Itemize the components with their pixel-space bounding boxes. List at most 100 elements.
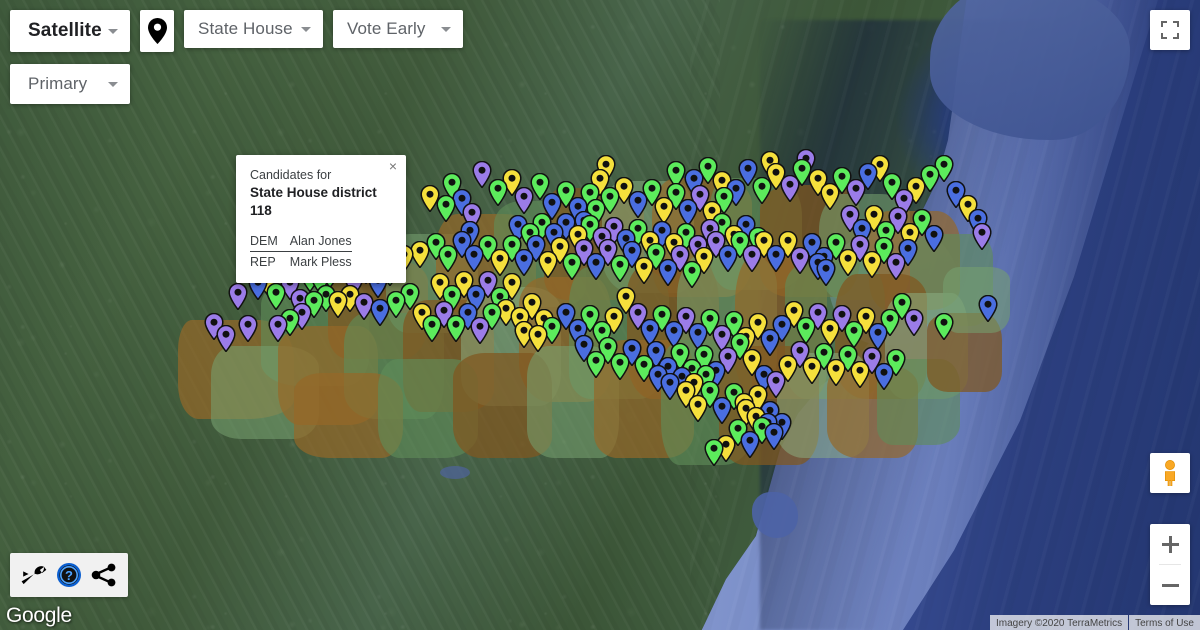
candidate-marker-yellow[interactable] bbox=[803, 357, 822, 384]
candidate-marker-green[interactable] bbox=[935, 313, 954, 340]
party-label-rep: REP bbox=[250, 252, 290, 272]
candidate-marker-purple[interactable] bbox=[767, 371, 786, 398]
candidate-marker-blue[interactable] bbox=[679, 199, 698, 226]
candidate-marker-yellow[interactable] bbox=[839, 249, 858, 276]
fullscreen-button[interactable] bbox=[1150, 10, 1190, 50]
info-window-kicker: Candidates for bbox=[250, 167, 392, 183]
map-application: × Candidates for State House district 11… bbox=[0, 0, 1200, 630]
candidate-marker-purple[interactable] bbox=[239, 315, 258, 342]
candidate-marker-blue[interactable] bbox=[741, 431, 760, 458]
close-icon[interactable]: × bbox=[385, 158, 401, 174]
map-canvas[interactable] bbox=[0, 0, 1200, 630]
candidate-marker-purple[interactable] bbox=[905, 309, 924, 336]
candidate-marker-green[interactable] bbox=[683, 261, 702, 288]
map-type-dropdown[interactable]: Satellite bbox=[10, 10, 130, 52]
candidate-marker-yellow[interactable] bbox=[539, 251, 558, 278]
candidate-marker-blue[interactable] bbox=[979, 295, 998, 322]
candidate-marker-blue[interactable] bbox=[875, 363, 894, 390]
candidate-marker-purple[interactable] bbox=[973, 223, 992, 250]
candidate-marker-blue[interactable] bbox=[817, 259, 836, 286]
candidate-marker-layer bbox=[0, 0, 1200, 630]
candidate-marker-yellow[interactable] bbox=[329, 291, 348, 318]
candidate-marker-yellow[interactable] bbox=[851, 361, 870, 388]
zoom-in-button[interactable] bbox=[1150, 524, 1190, 564]
candidate-marker-purple[interactable] bbox=[887, 253, 906, 280]
candidate-marker-green[interactable] bbox=[447, 315, 466, 342]
candidate-marker-blue[interactable] bbox=[765, 423, 784, 450]
chevron-down-icon bbox=[301, 27, 311, 32]
candidate-marker-blue[interactable] bbox=[767, 245, 786, 272]
candidate-marker-yellow[interactable] bbox=[863, 251, 882, 278]
office-dropdown[interactable]: State House bbox=[184, 10, 323, 48]
map-attribution: Imagery ©2020 TerraMetrics Terms of Use bbox=[990, 615, 1200, 630]
candidate-marker-green[interactable] bbox=[563, 253, 582, 280]
party-label-dem: DEM bbox=[250, 232, 290, 252]
candidate-marker-yellow[interactable] bbox=[827, 359, 846, 386]
candidate-marker-blue[interactable] bbox=[515, 249, 534, 276]
office-label: State House bbox=[198, 19, 293, 39]
bottom-toolbar: ? bbox=[10, 553, 128, 597]
share-icon[interactable] bbox=[91, 563, 117, 587]
candidate-marker-yellow[interactable] bbox=[655, 197, 674, 224]
candidate-marker-blue[interactable] bbox=[587, 253, 606, 280]
terms-of-use-link[interactable]: Terms of Use bbox=[1129, 615, 1200, 630]
chevron-down-icon bbox=[108, 82, 118, 87]
candidate-marker-blue[interactable] bbox=[869, 323, 888, 350]
candidate-name-rep: Mark Pless bbox=[290, 252, 352, 272]
candidate-marker-blue[interactable] bbox=[371, 299, 390, 326]
map-pin-icon bbox=[148, 18, 167, 44]
candidate-marker-blue[interactable] bbox=[925, 225, 944, 252]
candidate-marker-green[interactable] bbox=[587, 351, 606, 378]
candidate-marker-blue[interactable] bbox=[719, 245, 738, 272]
map-type-label: Satellite bbox=[28, 20, 102, 42]
help-icon[interactable]: ? bbox=[56, 562, 82, 588]
candidate-table: DEM Alan Jones REP Mark Pless bbox=[250, 232, 352, 271]
candidate-marker-purple[interactable] bbox=[781, 175, 800, 202]
candidate-marker-blue[interactable] bbox=[761, 329, 780, 356]
candidate-marker-yellow[interactable] bbox=[821, 319, 840, 346]
candidate-marker-yellow[interactable] bbox=[689, 395, 708, 422]
candidate-marker-purple[interactable] bbox=[471, 317, 490, 344]
street-view-pegman-icon bbox=[1160, 460, 1180, 486]
election-type-dropdown[interactable]: Primary bbox=[10, 64, 130, 104]
candidate-marker-purple[interactable] bbox=[847, 179, 866, 206]
table-row: DEM Alan Jones bbox=[250, 232, 352, 252]
candidate-marker-green[interactable] bbox=[611, 255, 630, 282]
top-control-row-primary: Satellite State House Vote Early bbox=[10, 10, 463, 52]
candidate-marker-blue[interactable] bbox=[659, 259, 678, 286]
candidate-marker-purple[interactable] bbox=[743, 245, 762, 272]
candidate-marker-green[interactable] bbox=[437, 195, 456, 222]
candidate-marker-blue[interactable] bbox=[629, 191, 648, 218]
candidate-marker-green[interactable] bbox=[845, 321, 864, 348]
voting-method-dropdown[interactable]: Vote Early bbox=[333, 10, 463, 48]
candidate-marker-yellow[interactable] bbox=[529, 325, 548, 352]
candidate-marker-green[interactable] bbox=[705, 439, 724, 466]
candidate-marker-purple[interactable] bbox=[229, 283, 248, 310]
candidate-marker-green[interactable] bbox=[267, 283, 286, 310]
candidate-marker-green[interactable] bbox=[797, 317, 816, 344]
candidate-marker-yellow[interactable] bbox=[821, 183, 840, 210]
candidate-marker-green[interactable] bbox=[439, 245, 458, 272]
candidate-marker-purple[interactable] bbox=[515, 187, 534, 214]
marker-toggle-button[interactable] bbox=[140, 10, 174, 52]
google-watermark: Google bbox=[6, 604, 72, 628]
candidate-marker-blue[interactable] bbox=[465, 245, 484, 272]
street-view-pegman-button[interactable] bbox=[1150, 453, 1190, 493]
table-row: REP Mark Pless bbox=[250, 252, 352, 272]
svg-text:?: ? bbox=[65, 568, 73, 583]
info-window-title: State House district 118 bbox=[250, 184, 392, 219]
candidate-marker-green[interactable] bbox=[753, 177, 772, 204]
candidate-marker-purple[interactable] bbox=[791, 247, 810, 274]
chevron-down-icon bbox=[441, 27, 451, 32]
chevron-down-icon bbox=[108, 29, 118, 34]
candidate-marker-purple[interactable] bbox=[217, 325, 236, 352]
candidate-marker-green[interactable] bbox=[489, 179, 508, 206]
candidate-marker-purple[interactable] bbox=[269, 315, 288, 342]
info-window[interactable]: × Candidates for State House district 11… bbox=[236, 155, 406, 283]
candidate-marker-yellow[interactable] bbox=[635, 257, 654, 284]
candidate-marker-green[interactable] bbox=[611, 353, 630, 380]
candidate-marker-green[interactable] bbox=[423, 315, 442, 342]
zoom-out-button[interactable] bbox=[1150, 565, 1190, 605]
election-type-label: Primary bbox=[28, 74, 87, 94]
wrench-icon[interactable] bbox=[21, 564, 47, 586]
